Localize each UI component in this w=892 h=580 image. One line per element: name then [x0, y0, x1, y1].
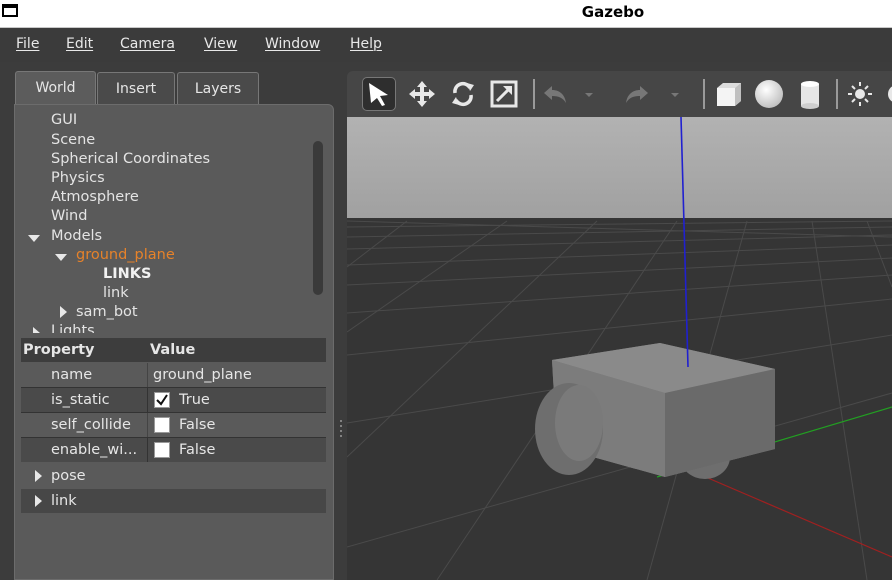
tree-item-lights[interactable]: Lights	[51, 323, 95, 333]
rotate-icon	[452, 81, 474, 107]
box-shape-icon	[717, 83, 741, 106]
menu-help[interactable]: Help	[350, 36, 382, 52]
tree-item-scene[interactable]: Scene	[51, 132, 95, 148]
menu-window[interactable]: Window	[265, 36, 320, 52]
property-header-row: Property Value	[21, 338, 326, 362]
expand-pose-icon[interactable]	[35, 470, 42, 482]
world-panel: GUI Scene Spherical Coordinates Physics …	[14, 104, 334, 580]
pose-group-label: pose	[51, 468, 86, 484]
property-label: is_static	[51, 392, 110, 408]
property-row-is-static: is_static True	[21, 388, 326, 412]
insert-cylinder-button[interactable]	[793, 77, 827, 111]
enable-wind-checkbox[interactable]	[154, 442, 170, 458]
viewport-toolbar	[347, 71, 892, 117]
select-mode-button[interactable]	[362, 77, 396, 111]
tree-scrollbar[interactable]	[313, 141, 323, 295]
redo-history-dropdown[interactable]	[667, 77, 683, 111]
sun-icon	[848, 82, 872, 106]
check-icon	[156, 394, 168, 406]
redo-icon	[626, 86, 648, 103]
spot-light-button[interactable]	[883, 77, 892, 111]
menu-view[interactable]: View	[204, 36, 237, 52]
property-column-header: Property	[23, 342, 95, 358]
point-light-button[interactable]	[843, 77, 877, 111]
scale-mode-button[interactable]	[487, 77, 521, 111]
name-value-field[interactable]: ground_plane	[153, 363, 252, 387]
tree-links-header: LINKS	[103, 266, 152, 282]
tree-item-spherical-coordinates[interactable]: Spherical Coordinates	[51, 151, 210, 167]
insert-box-button[interactable]	[712, 77, 746, 111]
is-static-value: True	[179, 392, 210, 408]
spot-light-icon	[888, 86, 892, 102]
property-row-enable-wind: enable_wi... False	[21, 438, 326, 462]
cylinder-shape-icon	[801, 81, 819, 109]
property-label: enable_wi...	[51, 442, 138, 458]
undo-button[interactable]	[539, 77, 573, 111]
3d-viewport[interactable]	[347, 117, 892, 580]
tab-world[interactable]: World	[15, 71, 96, 105]
expand-link-icon[interactable]	[35, 495, 42, 507]
link-group-label: link	[51, 493, 77, 509]
self-collide-value: False	[179, 417, 216, 433]
tree-item-ground-plane[interactable]: ground_plane	[76, 247, 175, 263]
tree-item-sam-bot[interactable]: sam_bot	[76, 304, 138, 320]
tree-item-physics[interactable]: Physics	[51, 170, 105, 186]
arrow-cursor-icon	[369, 83, 388, 106]
property-row-self-collide: self_collide False	[21, 413, 326, 437]
sphere-shape-icon	[755, 80, 783, 108]
is-static-checkbox[interactable]	[154, 392, 170, 408]
property-label: self_collide	[51, 417, 131, 433]
insert-sphere-button[interactable]	[752, 77, 786, 111]
tree-item-atmosphere[interactable]: Atmosphere	[51, 189, 139, 205]
panel-splitter-handle[interactable]	[339, 418, 343, 442]
expand-sam-bot-icon[interactable]	[60, 306, 67, 318]
property-label: name	[51, 367, 93, 383]
world-tree: GUI Scene Spherical Coordinates Physics …	[15, 105, 315, 333]
tree-item-models[interactable]: Models	[51, 228, 102, 244]
rotate-mode-button[interactable]	[446, 77, 480, 111]
redo-button[interactable]	[619, 77, 653, 111]
tab-insert[interactable]: Insert	[97, 72, 175, 104]
expand-ground-plane-icon[interactable]	[55, 254, 67, 261]
scene-render	[347, 117, 892, 580]
expand-models-icon[interactable]	[28, 235, 40, 242]
tab-layers[interactable]: Layers	[177, 72, 259, 104]
menu-bar: File Edit Camera View Window Help	[0, 28, 892, 62]
expand-lights-icon[interactable]	[33, 327, 40, 333]
chevron-down-icon	[585, 93, 593, 97]
menu-edit[interactable]: Edit	[66, 36, 93, 52]
scale-icon	[490, 80, 518, 108]
value-column-header: Value	[150, 342, 196, 358]
undo-icon	[544, 86, 566, 103]
property-group-pose[interactable]: pose	[21, 464, 326, 488]
self-collide-checkbox[interactable]	[154, 417, 170, 433]
tree-item-gui[interactable]: GUI	[51, 112, 77, 128]
menu-camera[interactable]: Camera	[120, 36, 175, 52]
window-title: Gazebo	[581, 3, 645, 21]
grip-icon	[340, 420, 342, 437]
translate-mode-button[interactable]	[405, 77, 439, 111]
tree-item-link[interactable]: link	[103, 285, 129, 301]
property-row-name: name ground_plane	[21, 363, 326, 387]
title-bar: Gazebo	[0, 0, 892, 28]
menu-file[interactable]: File	[16, 36, 39, 52]
undo-history-dropdown[interactable]	[581, 77, 597, 111]
tree-item-wind[interactable]: Wind	[51, 208, 87, 224]
property-group-link[interactable]: link	[21, 489, 326, 513]
chevron-down-icon	[671, 93, 679, 97]
enable-wind-value: False	[179, 442, 216, 458]
move-arrows-icon	[409, 81, 435, 107]
